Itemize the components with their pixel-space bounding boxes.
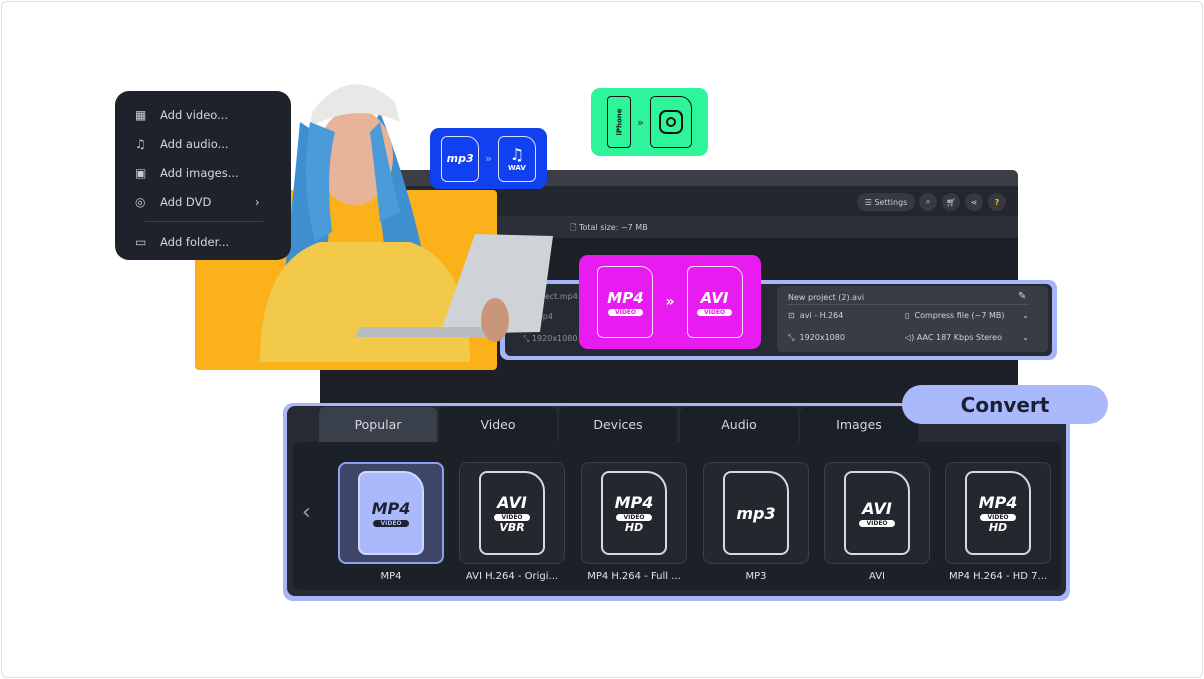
chevron-down-icon: ⌄ <box>1022 333 1029 342</box>
share-icon: ⋖ <box>970 197 978 207</box>
mp3-to-wav-badge: mp3 » ♫ WAV <box>430 128 547 189</box>
arrow-icon: » <box>665 294 675 310</box>
help-button[interactable]: ? <box>988 193 1006 211</box>
format-file-icon: MP4 VIDEO HD <box>965 471 1031 555</box>
chevron-right-icon: › <box>255 194 260 209</box>
image-add-icon: ▣ <box>135 165 147 180</box>
format-file-icon: AVI VIDEO <box>844 471 910 555</box>
music-note-icon: ♫ <box>135 136 146 151</box>
format-label: MP4 H.264 - Full ... <box>587 571 681 582</box>
share-button[interactable]: ⋖ <box>965 193 983 211</box>
file-icon: 🗋︎ <box>570 223 579 232</box>
codec-icon: ⊡ <box>788 311 800 320</box>
format-file-icon: AVI VIDEO VBR <box>479 471 545 555</box>
audio-dropdown[interactable]: ◁) AAC 187 Kbps Stereo ⌄ <box>905 333 1029 342</box>
speaker-icon: ◁) <box>905 333 917 342</box>
cart-button[interactable]: 🛒︎ <box>942 193 960 211</box>
menu-item-add-audio[interactable]: ♫ Add audio... <box>115 129 291 158</box>
arrow-icon: » <box>637 115 644 129</box>
music-note-icon: ♫ <box>509 145 525 164</box>
sliders-icon: ☰ <box>864 197 875 207</box>
tab-video[interactable]: Video <box>439 407 557 442</box>
iphone-to-instagram-badge: iPhone » <box>591 88 708 156</box>
format-file-icon: MP4 VIDEO HD <box>601 471 667 555</box>
format-label: MP4 <box>380 571 402 582</box>
format-tile[interactable]: mp3 <box>703 462 809 564</box>
compress-icon: ▯ <box>905 311 915 320</box>
resize-icon: ⤡ <box>788 333 800 342</box>
format-tile[interactable]: AVI VIDEO VBR <box>459 462 565 564</box>
output-panel: New project (2).avi ✎ ⊡ avi - H.264 ▯ Co… <box>777 286 1048 352</box>
output-format[interactable]: ⊡ avi - H.264 <box>788 311 843 320</box>
output-resolution[interactable]: ⤡ 1920x1080 <box>788 333 845 343</box>
format-file-icon: mp3 <box>723 471 789 555</box>
format-tile[interactable]: MP4 VIDEO HD <box>945 462 1051 564</box>
iphone-icon: iPhone <box>607 96 632 148</box>
format-label: MP4 H.264 - HD 7... <box>948 571 1048 582</box>
total-size: Total size: ~7 MB <box>578 223 648 232</box>
format-tile[interactable]: MP4 VIDEO <box>338 462 444 564</box>
folder-add-icon: ▭ <box>135 234 147 249</box>
instagram-icon <box>649 96 692 148</box>
tab-audio[interactable]: Audio <box>680 407 798 442</box>
wav-file-icon: ♫ WAV <box>497 135 536 182</box>
format-label: MP3 <box>745 571 767 582</box>
arrow-icon: » <box>485 152 492 165</box>
mp3-file-icon: mp3 <box>441 135 480 182</box>
tab-devices[interactable]: Devices <box>559 407 677 442</box>
menu-item-add-folder[interactable]: ▭ Add folder... <box>115 227 291 256</box>
tab-popular[interactable]: Popular <box>319 407 437 442</box>
dvd-icon: ◎ <box>135 194 146 209</box>
settings-button[interactable]: ☰ Settings <box>857 193 915 211</box>
convert-button[interactable]: Convert <box>902 385 1108 424</box>
format-label: AVI <box>869 571 885 582</box>
menu-item-add-dvd[interactable]: ◎ Add DVD › <box>115 187 291 216</box>
cart-icon: 🛒︎ <box>945 197 957 207</box>
avi-file-icon: AVI VIDEO <box>686 266 743 338</box>
mp4-file-icon: MP4 VIDEO <box>597 266 654 338</box>
add-media-menu: ▦ Add video... ♫ Add audio... ▣ Add images.… <box>115 91 291 260</box>
chevron-down-icon: ⌄ <box>1022 311 1029 320</box>
mp4-to-avi-badge: MP4 VIDEO » AVI VIDEO <box>579 255 761 349</box>
edit-icon[interactable]: ✎ <box>1018 291 1026 302</box>
format-label: AVI H.264 - Origi... <box>465 571 559 582</box>
video-add-icon: ▦ <box>135 107 147 122</box>
format-file-icon: MP4 VIDEO <box>358 471 424 555</box>
size-dropdown[interactable]: ▯ Compress file (~7 MB) ⌄ <box>905 311 1029 320</box>
menu-divider <box>145 221 263 222</box>
tab-images[interactable]: Images <box>800 407 918 442</box>
search-button[interactable]: ⌕ <box>919 193 937 211</box>
menu-item-add-video[interactable]: ▦ Add video... <box>115 100 291 129</box>
format-tile[interactable]: AVI VIDEO <box>824 462 930 564</box>
menu-item-add-images[interactable]: ▣ Add images... <box>115 158 291 187</box>
search-icon: ⌕ <box>925 197 931 206</box>
chevron-left-icon[interactable]: ‹ <box>302 500 311 525</box>
output-filename[interactable]: New project (2).avi <box>788 293 1028 305</box>
format-tile[interactable]: MP4 VIDEO HD <box>581 462 687 564</box>
